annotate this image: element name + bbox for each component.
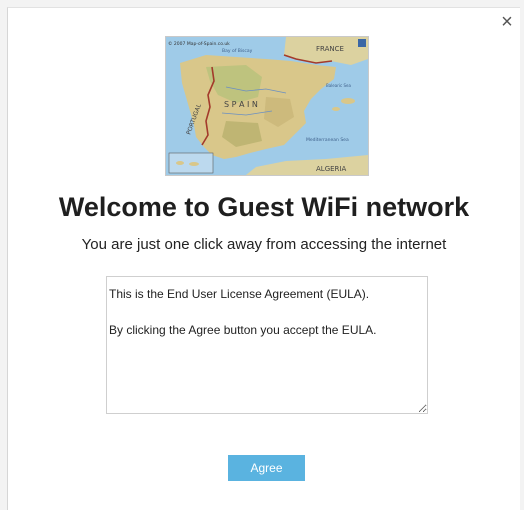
map-label-bay: Bay of Biscay bbox=[222, 48, 253, 54]
map-label-spain: S P A I N bbox=[224, 100, 258, 109]
map-label-algeria: ALGERIA bbox=[316, 165, 346, 173]
map-label-france: FRANCE bbox=[316, 45, 344, 53]
eula-textarea[interactable]: This is the End User License Agreement (… bbox=[106, 276, 428, 414]
map-label-balearic: Balearic Sea bbox=[326, 83, 351, 88]
welcome-dialog: × © 2007 Map-of-Spain.co.uk FRANCE S P A… bbox=[7, 7, 520, 510]
map-copyright: © 2007 Map-of-Spain.co.uk bbox=[168, 40, 230, 47]
page-subtitle: You are just one click away from accessi… bbox=[81, 236, 447, 253]
close-icon[interactable]: × bbox=[496, 11, 518, 33]
agree-button[interactable]: Agree bbox=[228, 455, 305, 481]
map-label-med: Mediterranean Sea bbox=[306, 137, 349, 143]
spain-map-image: © 2007 Map-of-Spain.co.uk FRANCE S P A I… bbox=[166, 37, 368, 175]
page-title: Welcome to Guest WiFi network bbox=[58, 192, 470, 222]
